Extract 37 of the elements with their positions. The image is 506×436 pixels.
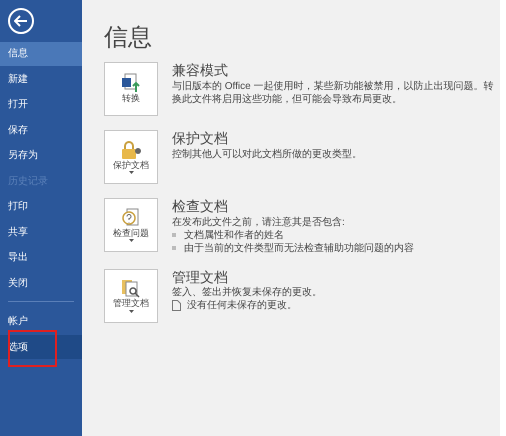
section-title: 保护文档: [172, 130, 229, 148]
action-button[interactable]: 检查问题: [104, 198, 158, 252]
caret-icon: [128, 171, 134, 174]
sidebar-item[interactable]: 帐户: [0, 310, 82, 334]
section-description: 与旧版本的 Office 一起使用时，某些新功能被禁用，以防止出现问题。转换此文件将启用这些功能，但可能会导致布局更改。: [172, 80, 494, 106]
sidebar-item[interactable]: 打开: [0, 92, 82, 116]
caret-icon: [128, 239, 134, 242]
sidebar-item[interactable]: 共享: [0, 220, 82, 244]
action-button[interactable]: 转换: [104, 62, 158, 116]
action-button[interactable]: 保护文档: [104, 130, 158, 184]
section-title: 检查文档: [172, 198, 229, 216]
caret-icon: [128, 310, 134, 313]
sidebar-item[interactable]: 保存: [0, 118, 82, 142]
sidebar-item[interactable]: 导出: [0, 246, 82, 270]
bullet-text: 文档属性和作者的姓名: [184, 228, 284, 242]
document-arrow-icon: [121, 73, 141, 94]
sidebar-item[interactable]: 另存为: [0, 144, 82, 168]
page-title: 信息: [104, 26, 153, 50]
lock-icon: [120, 140, 142, 160]
sidebar-item[interactable]: 打印: [0, 194, 82, 218]
sidebar-item[interactable]: 关闭: [0, 271, 82, 295]
section-description: 签入、签出并恢复未保存的更改。: [172, 286, 322, 299]
section-description: 控制其他人可以对此文档所做的更改类型。: [172, 148, 362, 160]
sidebar-item[interactable]: 新建: [0, 67, 82, 91]
section-description: 在发布此文件之前，请注意其是否包含:: [172, 216, 346, 228]
action-button[interactable]: 管理文档: [104, 268, 158, 322]
sidebar-item[interactable]: 信息: [0, 42, 82, 66]
back-icon[interactable]: [8, 8, 34, 34]
note-text: 没有任何未保存的更改。: [187, 299, 297, 312]
bullet-icon: [172, 246, 176, 250]
bullet-icon: [172, 232, 176, 236]
document-check-icon: [121, 208, 141, 228]
documents-search-icon: [121, 278, 141, 298]
section-title: 管理文档: [172, 268, 229, 286]
document-icon: [172, 300, 181, 311]
section-title: 兼容模式: [172, 62, 229, 80]
bullet-text: 由于当前的文件类型而无法检查辅助功能问题的内容: [184, 242, 414, 254]
